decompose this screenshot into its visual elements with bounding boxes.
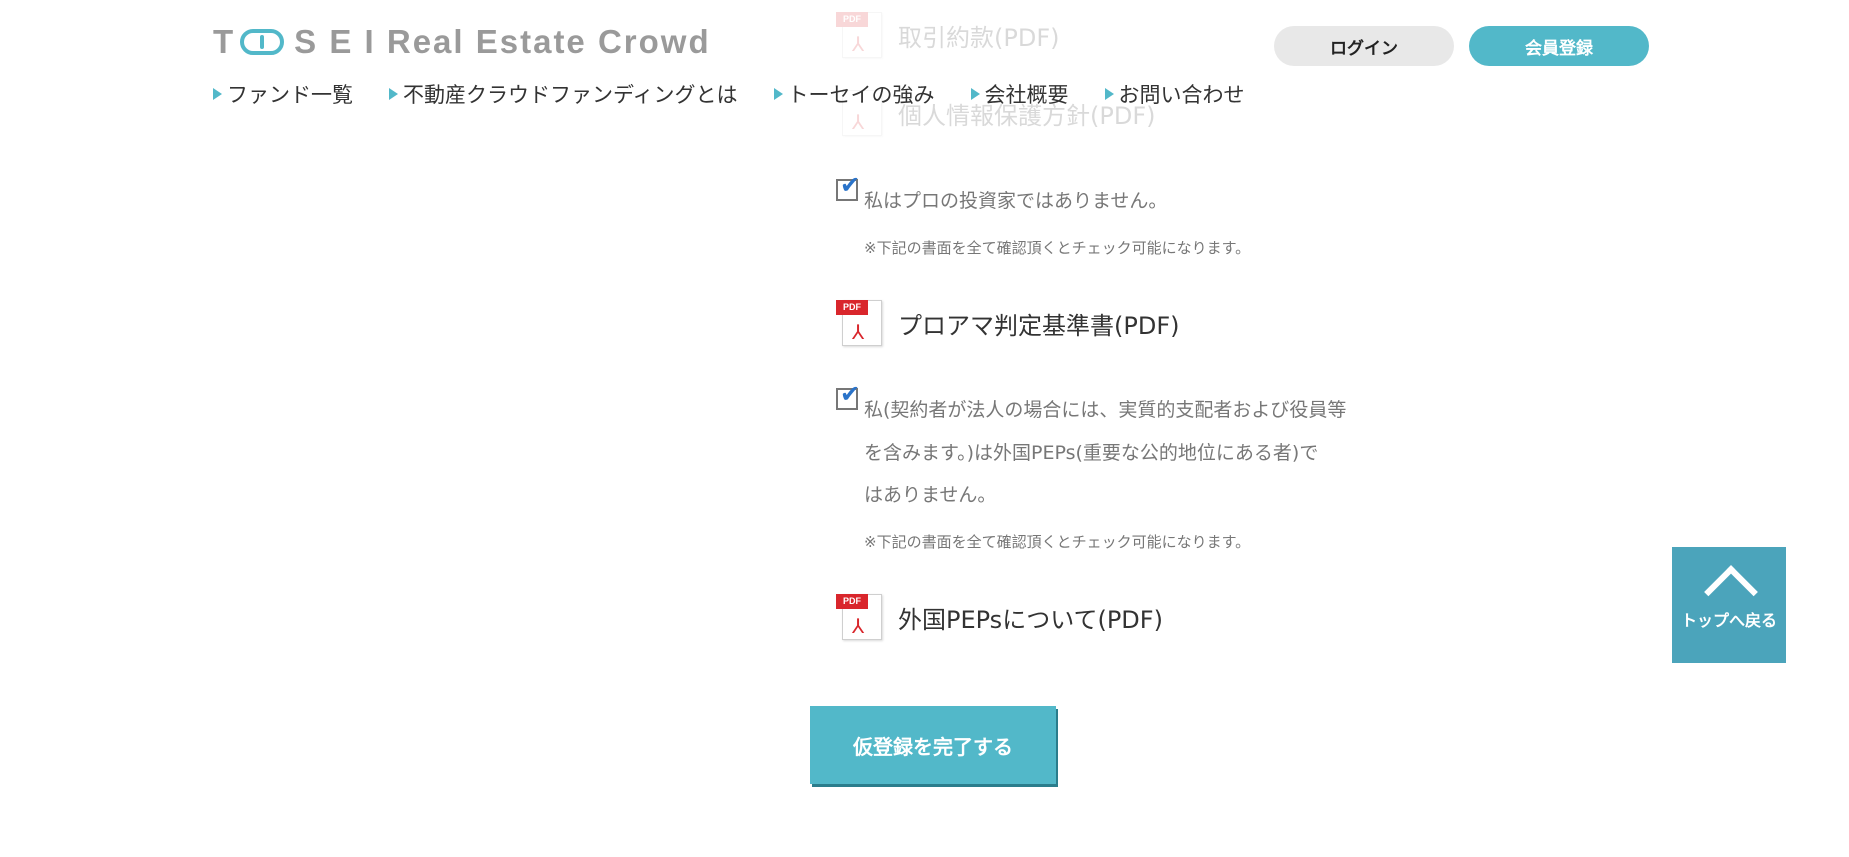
logo-ring-icon xyxy=(240,29,285,55)
nav-item-funds[interactable]: ファンド一覧 xyxy=(213,79,353,109)
logo-letter: T xyxy=(213,23,235,60)
nav-item-label: ファンド一覧 xyxy=(227,83,353,107)
triangle-right-icon xyxy=(773,88,783,100)
site-header: T S E I Real Estate Crowd ログイン 会員登録 ファンド… xyxy=(0,0,1849,120)
nav-item-label: 会社概要 xyxy=(984,83,1069,107)
triangle-right-icon xyxy=(389,88,398,100)
peps-note: ※下記の書面を全て確認頂くとチェック可能になります。 xyxy=(864,533,1251,551)
nav-item-about-crowdfunding[interactable]: 不動産クラウドファンディングとは xyxy=(389,79,738,109)
back-to-top-button[interactable]: トップへ戻る xyxy=(1672,547,1786,663)
peps-label-line-2: を含みます。)は外国PEPs(重要な公的地位にある者)で xyxy=(864,442,1319,464)
checkmark-icon: ✔ xyxy=(840,171,861,199)
peps-pdf-link[interactable]: 外国PEPsについて(PDF) xyxy=(898,600,1163,635)
peps-label-line-1: 私(契約者が法人の場合には、実質的支配者および役員等 xyxy=(864,399,1347,421)
peps-label-line-3: はありません。 xyxy=(864,484,997,506)
triangle-right-icon xyxy=(1104,88,1114,100)
back-to-top-label: トップへ戻る xyxy=(1680,611,1777,630)
nav-item-strengths[interactable]: トーセイの強み xyxy=(773,79,935,109)
triangle-right-icon xyxy=(213,88,222,100)
complete-registration-button[interactable]: 仮登録を完了する xyxy=(810,706,1056,784)
pro-ama-pdf-link[interactable]: プロアマ判定基準書(PDF) xyxy=(898,306,1179,341)
pro-investor-label: 私はプロの投資家ではありません。 xyxy=(864,190,1168,212)
nav-item-label: 不動産クラウドファンディングとは xyxy=(403,83,738,107)
pro-investor-checkbox[interactable]: ✔ xyxy=(836,173,860,201)
logo-text: S E I Real Estate Crowd xyxy=(294,23,711,60)
nav-item-label: トーセイの強み xyxy=(787,83,935,107)
nav-item-label: お問い合わせ xyxy=(1118,83,1245,107)
pdf-file-icon: PDF ⅄ xyxy=(836,592,884,640)
pdf-file-icon: PDF ⅄ xyxy=(836,298,884,346)
pro-investor-note: ※下記の書面を全て確認頂くとチェック可能になります。 xyxy=(864,239,1251,257)
triangle-right-icon xyxy=(970,88,980,100)
register-button[interactable]: 会員登録 xyxy=(1469,26,1649,66)
checkmark-icon: ✔ xyxy=(840,380,861,408)
nav-item-contact[interactable]: お問い合わせ xyxy=(1104,79,1245,109)
login-button[interactable]: ログイン xyxy=(1274,26,1454,66)
main-nav: ファンド一覧 不動産クラウドファンディングとは トーセイの強み 会社概要 お問い… xyxy=(213,80,1281,108)
peps-checkbox[interactable]: ✔ xyxy=(836,382,860,410)
nav-item-company[interactable]: 会社概要 xyxy=(970,79,1069,109)
site-logo[interactable]: T S E I Real Estate Crowd xyxy=(213,22,711,62)
